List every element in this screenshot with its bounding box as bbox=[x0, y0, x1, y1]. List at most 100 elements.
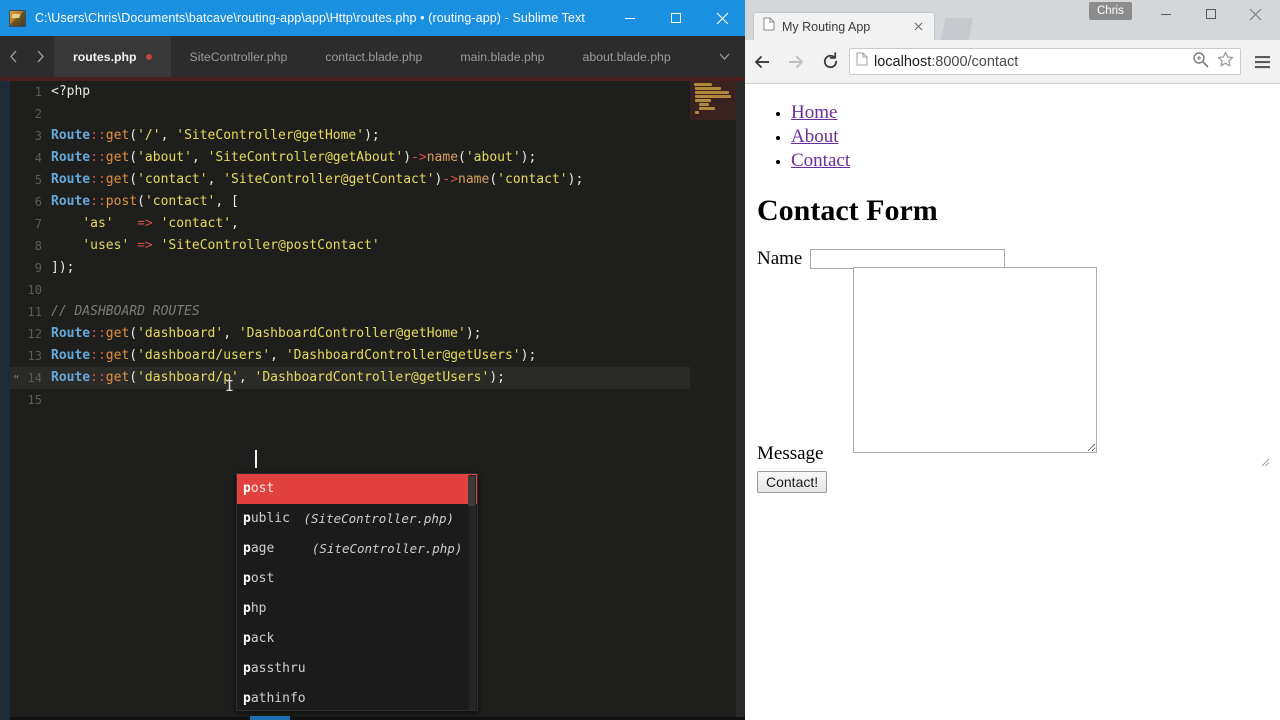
minimap-row bbox=[695, 95, 731, 98]
code-line[interactable]: 11 // DASHBOARD ROUTES bbox=[10, 301, 690, 323]
autocomplete-item-label: athinfo bbox=[250, 691, 306, 706]
editor-tab-label: contact.blade.php bbox=[325, 49, 423, 64]
code-line[interactable]: 6 Route::post('contact', [ bbox=[10, 191, 690, 213]
line-number: 10 bbox=[27, 283, 42, 297]
code-line-text: Route::get('dashboard/users', 'Dashboard… bbox=[51, 348, 537, 363]
back-arrow-icon[interactable] bbox=[745, 40, 779, 84]
autocomplete-scrollbar[interactable] bbox=[468, 475, 476, 710]
editor-tab-about-blade-php[interactable]: about.blade.php bbox=[563, 36, 690, 77]
close-icon[interactable] bbox=[699, 0, 745, 36]
autocomplete-scrollbar-thumb[interactable] bbox=[468, 476, 475, 506]
autocomplete-match-prefix: p bbox=[243, 481, 251, 496]
browser-toolbar: localhost:8000/contact bbox=[745, 40, 1280, 84]
hamburger-menu-icon[interactable] bbox=[1248, 40, 1276, 84]
code-line-text: 'uses' => 'SiteController@postContact' bbox=[82, 238, 380, 253]
autocomplete-item-label: age bbox=[250, 541, 275, 556]
autocomplete-item[interactable]: p age (SiteController.php) bbox=[237, 534, 477, 564]
sublime-tab-bar: routes.php SiteController.php contact.blad… bbox=[0, 36, 745, 81]
submit-button[interactable]: Contact! bbox=[757, 471, 828, 493]
code-line[interactable]: 2 bbox=[10, 103, 690, 125]
close-icon[interactable] bbox=[912, 20, 925, 33]
code-line[interactable]: “14 Route::get('dashboard/p', 'DashboardC… bbox=[10, 367, 690, 389]
message-input[interactable] bbox=[853, 267, 1097, 453]
line-number: 5 bbox=[34, 173, 42, 187]
screen: C:\Users\Chris\Documents\batcave\routing… bbox=[0, 0, 1280, 720]
nav-link-about[interactable]: About bbox=[791, 126, 839, 147]
nav-link-contact[interactable]: Contact bbox=[791, 150, 850, 171]
editor-tab-label: main.blade.php bbox=[460, 49, 545, 64]
code-line-text: ]); bbox=[51, 260, 75, 275]
code-line[interactable]: 15 bbox=[10, 389, 690, 411]
autocomplete-item-label: ost bbox=[250, 481, 275, 496]
code-line[interactable]: 5 Route::get('contact', 'SiteController@g… bbox=[10, 169, 690, 191]
code-editor[interactable]: 1 <?php23 Route::get('/', 'SiteController@… bbox=[10, 81, 690, 720]
textarea-resize-handle[interactable] bbox=[1261, 454, 1270, 467]
page-title: Contact Form bbox=[757, 194, 938, 227]
code-line[interactable]: 9]); bbox=[10, 257, 690, 279]
autocomplete-item[interactable]: p athinfo bbox=[237, 684, 477, 710]
nav-link-home[interactable]: Home bbox=[791, 102, 837, 123]
forward-arrow-icon[interactable] bbox=[779, 40, 813, 84]
page-nav-list: Home About Contact bbox=[791, 101, 1272, 173]
code-line[interactable]: 1 <?php bbox=[10, 81, 690, 103]
autocomplete-match-prefix: p bbox=[243, 631, 251, 646]
reload-icon[interactable] bbox=[813, 40, 847, 84]
autocomplete-item[interactable]: p ublic (SiteController.php) bbox=[237, 504, 477, 534]
autocomplete-list[interactable]: p ost p ublic (SiteController.php) p age (Sit… bbox=[237, 474, 477, 710]
browser-tab-title: My Routing App bbox=[782, 19, 871, 34]
code-line[interactable]: 4 Route::get('about', 'SiteController@get… bbox=[10, 147, 690, 169]
tab-prev-button[interactable] bbox=[0, 36, 27, 77]
editor-tabs: routes.php SiteController.php contact.blad… bbox=[54, 36, 703, 81]
address-bar[interactable]: localhost:8000/contact bbox=[849, 48, 1241, 75]
editor-minimap[interactable] bbox=[690, 81, 736, 720]
line-number: 15 bbox=[27, 393, 42, 407]
line-number: 13 bbox=[27, 349, 42, 363]
editor-tab-label: about.blade.php bbox=[582, 49, 671, 64]
autocomplete-item-source: (SiteController.php) bbox=[295, 511, 455, 526]
tab-next-button[interactable] bbox=[27, 36, 54, 77]
code-line[interactable]: 13 Route::get('dashboard/users', 'Dashboa… bbox=[10, 345, 690, 367]
editor-tab-routes-php[interactable]: routes.php bbox=[54, 36, 171, 81]
list-item: Home bbox=[791, 101, 1272, 125]
autocomplete-item[interactable]: p ost bbox=[237, 474, 477, 504]
autocomplete-item[interactable]: p ost bbox=[237, 564, 477, 594]
code-line[interactable]: 8 'uses' => 'SiteController@postContact' bbox=[10, 235, 690, 257]
sublime-window-title: C:\Users\Chris\Documents\batcave\routing… bbox=[35, 11, 586, 25]
autocomplete-item-label: ost bbox=[250, 571, 275, 586]
autocomplete-item[interactable]: p assthru bbox=[237, 654, 477, 684]
autocomplete-popup[interactable]: p ost p ublic (SiteController.php) p age (Sit… bbox=[236, 473, 478, 711]
name-input[interactable] bbox=[810, 249, 1006, 269]
autocomplete-item[interactable]: p ack bbox=[237, 624, 477, 654]
url-text[interactable]: localhost:8000/contact bbox=[874, 54, 1186, 70]
line-number: 1 bbox=[34, 85, 42, 99]
line-number: 2 bbox=[34, 107, 42, 121]
minimap-row bbox=[695, 99, 711, 102]
editor-tab-SiteController-php[interactable]: SiteController.php bbox=[170, 36, 307, 77]
code-line-text: Route::get('dashboard/p', 'DashboardCont… bbox=[51, 370, 505, 385]
chevron-down-icon[interactable] bbox=[703, 36, 745, 77]
code-content[interactable]: 1 <?php23 Route::get('/', 'SiteController@… bbox=[10, 81, 690, 411]
autocomplete-match-prefix: p bbox=[243, 691, 251, 706]
line-number: 14 bbox=[27, 371, 42, 385]
code-line[interactable]: 7 'as' => 'contact', bbox=[10, 213, 690, 235]
editor-tab-contact-blade-php[interactable]: contact.blade.php bbox=[306, 36, 442, 77]
minimize-icon[interactable] bbox=[607, 0, 653, 36]
code-line[interactable]: 10 bbox=[10, 279, 690, 301]
autocomplete-item[interactable]: p hp bbox=[237, 594, 477, 624]
list-item: Contact bbox=[791, 149, 1272, 173]
editor-scrollbar[interactable] bbox=[736, 81, 745, 720]
code-line[interactable]: 3 Route::get('/', 'SiteController@getHome… bbox=[10, 125, 690, 147]
sublime-sidebar bbox=[0, 81, 10, 720]
editor-tab-main-blade-php[interactable]: main.blade.php bbox=[441, 36, 564, 77]
line-number: 8 bbox=[34, 239, 42, 253]
code-line[interactable]: 12 Route::get('dashboard', 'DashboardCont… bbox=[10, 323, 690, 345]
zoom-magnifier-icon[interactable] bbox=[1192, 51, 1209, 73]
minimap-row bbox=[699, 107, 715, 110]
star-icon[interactable] bbox=[1217, 51, 1234, 73]
new-tab-button[interactable] bbox=[941, 18, 973, 40]
code-line-text: Route::get('dashboard', 'DashboardContro… bbox=[51, 326, 482, 341]
taskbar-highlight bbox=[250, 716, 290, 720]
maximize-icon[interactable] bbox=[653, 0, 699, 36]
code-line-text: 'as' => 'contact', bbox=[82, 216, 239, 231]
browser-tab[interactable]: My Routing App bbox=[753, 12, 935, 40]
